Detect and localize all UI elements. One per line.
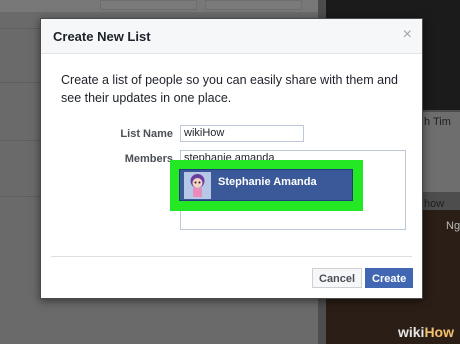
create-list-dialog: Create New List × Create a list of peopl…: [40, 18, 423, 299]
feed-divider: [0, 196, 40, 197]
dialog-title: Create New List: [53, 29, 151, 44]
sidebar-text: how: [424, 198, 445, 210]
feed-divider: [0, 28, 40, 29]
sidebar-text: Ng: [446, 220, 460, 232]
watermark-logo: wikiHow: [398, 324, 454, 340]
list-name-label: List Name: [120, 128, 173, 140]
dialog-header: Create New List ×: [41, 19, 422, 54]
members-label: Members: [124, 153, 173, 165]
member-suggestion-item[interactable]: Stephanie Amanda: [179, 169, 353, 201]
list-name-input[interactable]: wikiHow: [180, 125, 304, 142]
feed-button: [205, 0, 302, 10]
dialog-description: Create a list of people so you can easil…: [61, 73, 398, 105]
avatar: [184, 172, 211, 199]
suggestion-name: Stephanie Amanda: [218, 176, 317, 188]
feed-button: [100, 0, 197, 10]
watermark-suffix: How: [424, 324, 454, 340]
feed-divider: [0, 82, 40, 83]
watermark-prefix: wiki: [397, 324, 425, 340]
feed-divider: [0, 140, 40, 141]
sidebar-text: h Tim: [424, 116, 451, 128]
create-button[interactable]: Create: [365, 268, 414, 288]
dialog-divider: [51, 256, 412, 257]
cancel-button[interactable]: Cancel: [312, 268, 363, 288]
close-icon[interactable]: ×: [403, 26, 412, 44]
